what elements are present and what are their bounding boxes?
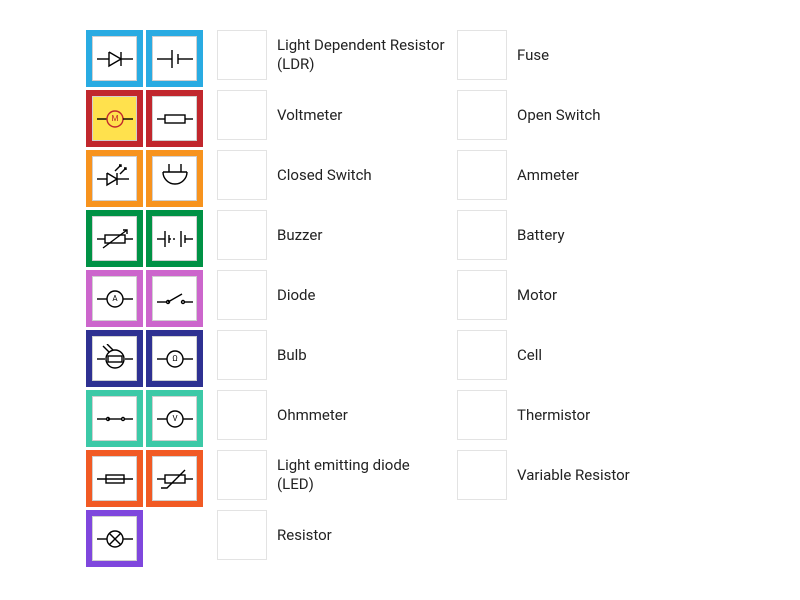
drop-row: Light Dependent Resistor (LDR) bbox=[217, 30, 447, 80]
closed-switch-icon bbox=[95, 404, 135, 434]
drop-slot[interactable] bbox=[217, 270, 267, 320]
drop-row: Open Switch bbox=[457, 90, 687, 140]
ohmmeter-token[interactable]: Ω bbox=[146, 330, 203, 387]
cell-token[interactable] bbox=[146, 30, 203, 87]
closed-switch-token[interactable] bbox=[86, 390, 143, 447]
led-token[interactable] bbox=[86, 150, 143, 207]
drop-row: Variable Resistor bbox=[457, 450, 687, 500]
drop-slot[interactable] bbox=[457, 270, 507, 320]
drop-label: Ammeter bbox=[517, 166, 687, 185]
drop-label: Resistor bbox=[277, 526, 447, 545]
drop-label: Ohmmeter bbox=[277, 406, 447, 425]
ldr-icon bbox=[95, 344, 135, 374]
thermistor-token[interactable] bbox=[146, 450, 203, 507]
drop-row: Thermistor bbox=[457, 390, 687, 440]
open-switch-icon bbox=[155, 284, 195, 314]
ohmmeter-icon: Ω bbox=[155, 344, 195, 374]
drop-slot[interactable] bbox=[217, 450, 267, 500]
thermistor-icon bbox=[155, 464, 195, 494]
drop-zones: Light Dependent Resistor (LDR) Voltmeter C… bbox=[217, 30, 687, 567]
drop-label: Variable Resistor bbox=[517, 466, 687, 485]
svg-text:A: A bbox=[112, 294, 118, 303]
drop-slot[interactable] bbox=[217, 90, 267, 140]
drop-label: Bulb bbox=[277, 346, 447, 365]
drop-label: Fuse bbox=[517, 46, 687, 65]
drop-label: Battery bbox=[517, 226, 687, 245]
drop-label: Light emitting diode (LED) bbox=[277, 456, 447, 494]
drop-label: Closed Switch bbox=[277, 166, 447, 185]
buzzer-icon bbox=[155, 164, 195, 194]
cell-icon bbox=[155, 44, 195, 74]
drop-slot[interactable] bbox=[457, 210, 507, 260]
ammeter-icon: A bbox=[95, 284, 135, 314]
ldr-token[interactable] bbox=[86, 330, 143, 387]
drop-row: Bulb bbox=[217, 330, 447, 380]
svg-text:V: V bbox=[172, 414, 177, 423]
drop-column-left: Light Dependent Resistor (LDR) Voltmeter C… bbox=[217, 30, 447, 567]
drop-row: Voltmeter bbox=[217, 90, 447, 140]
variable-resistor-token[interactable] bbox=[86, 210, 143, 267]
drop-slot[interactable] bbox=[217, 510, 267, 560]
svg-text:M: M bbox=[111, 114, 118, 123]
drop-label: Buzzer bbox=[277, 226, 447, 245]
variable-resistor-icon bbox=[95, 224, 135, 254]
diode-token[interactable] bbox=[86, 30, 143, 87]
token-palette: M A Ω bbox=[86, 30, 203, 567]
voltmeter-token[interactable]: V bbox=[146, 390, 203, 447]
drop-label: Cell bbox=[517, 346, 687, 365]
drop-row: Fuse bbox=[457, 30, 687, 80]
svg-text:Ω: Ω bbox=[172, 354, 177, 363]
bulb-icon bbox=[95, 524, 135, 554]
resistor-icon bbox=[155, 104, 195, 134]
drop-label: Thermistor bbox=[517, 406, 687, 425]
drop-label: Motor bbox=[517, 286, 687, 305]
drop-slot[interactable] bbox=[457, 150, 507, 200]
drop-row: Battery bbox=[457, 210, 687, 260]
drop-row: Ammeter bbox=[457, 150, 687, 200]
battery-icon bbox=[155, 224, 195, 254]
drop-row: Buzzer bbox=[217, 210, 447, 260]
drop-slot[interactable] bbox=[457, 450, 507, 500]
drop-slot[interactable] bbox=[217, 30, 267, 80]
game-board: M A Ω bbox=[86, 30, 687, 567]
drop-row: Motor bbox=[457, 270, 687, 320]
fuse-token[interactable] bbox=[86, 450, 143, 507]
battery-token[interactable] bbox=[146, 210, 203, 267]
drop-row: Ohmmeter bbox=[217, 390, 447, 440]
bulb-token[interactable] bbox=[86, 510, 143, 567]
voltmeter-icon: V bbox=[155, 404, 195, 434]
buzzer-token[interactable] bbox=[146, 150, 203, 207]
ammeter-token[interactable]: A bbox=[86, 270, 143, 327]
drop-row: Cell bbox=[457, 330, 687, 380]
diode-icon bbox=[95, 44, 135, 74]
drop-label: Voltmeter bbox=[277, 106, 447, 125]
drop-label: Open Switch bbox=[517, 106, 687, 125]
led-icon bbox=[95, 164, 135, 194]
motor-token[interactable]: M bbox=[86, 90, 143, 147]
drop-slot[interactable] bbox=[457, 330, 507, 380]
drop-label: Diode bbox=[277, 286, 447, 305]
drop-label: Light Dependent Resistor (LDR) bbox=[277, 36, 447, 74]
open-switch-token[interactable] bbox=[146, 270, 203, 327]
drop-slot[interactable] bbox=[457, 390, 507, 440]
resistor-token[interactable] bbox=[146, 90, 203, 147]
drop-slot[interactable] bbox=[217, 390, 267, 440]
motor-icon: M bbox=[95, 104, 135, 134]
drop-slot[interactable] bbox=[457, 30, 507, 80]
drop-slot[interactable] bbox=[217, 210, 267, 260]
drop-row: Light emitting diode (LED) bbox=[217, 450, 447, 500]
fuse-icon bbox=[95, 464, 135, 494]
drop-slot[interactable] bbox=[457, 90, 507, 140]
drop-column-right: Fuse Open Switch Ammeter Battery Motor Cell Th… bbox=[457, 30, 687, 567]
drop-row: Diode bbox=[217, 270, 447, 320]
drop-row: Resistor bbox=[217, 510, 447, 560]
drop-slot[interactable] bbox=[217, 150, 267, 200]
drop-row: Closed Switch bbox=[217, 150, 447, 200]
drop-slot[interactable] bbox=[217, 330, 267, 380]
